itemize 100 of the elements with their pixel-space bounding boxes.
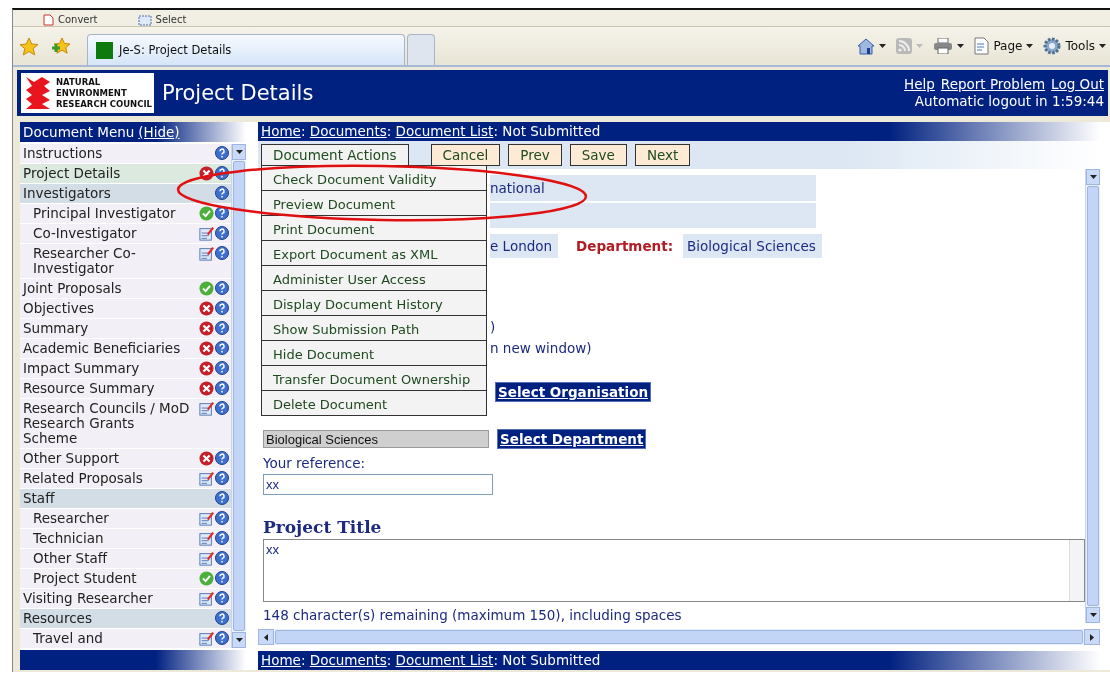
help-icon[interactable]	[215, 551, 229, 565]
help-icon[interactable]	[215, 611, 229, 625]
help-icon[interactable]	[215, 531, 229, 545]
breadcrumb-link[interactable]: Document List	[395, 652, 494, 669]
menu-item-label: Academic Beneficiaries	[23, 341, 182, 356]
breadcrumb-link[interactable]: Documents	[309, 123, 387, 140]
menu-item[interactable]: Researcher Co-Investigator	[20, 244, 231, 279]
toolbar-button[interactable]: Next	[634, 144, 691, 166]
home-icon[interactable]	[857, 37, 876, 55]
help-icon[interactable]	[215, 471, 229, 485]
menu-item[interactable]: Instructions	[20, 144, 231, 164]
menu-item[interactable]: Researcher	[20, 509, 231, 529]
help-icon[interactable]	[215, 491, 229, 505]
field-value: e London	[490, 234, 559, 259]
project-title-field[interactable]: xx	[263, 538, 1085, 602]
select-organisation-button[interactable]: Select Organisation	[495, 381, 652, 402]
breadcrumb-separator: :	[493, 123, 499, 140]
breadcrumb-current: Not Submitted	[502, 123, 601, 140]
menu-item[interactable]: Co-Investigator	[20, 224, 231, 244]
menu-item-label: Research Councils / MoD Research Grants Scheme	[23, 401, 190, 446]
menu-item[interactable]: Visiting Researcher	[20, 589, 231, 609]
menu-item[interactable]: Other Staff	[20, 549, 231, 569]
menu-item[interactable]: Staff	[20, 489, 231, 509]
menu-item[interactable]: Project Student	[20, 569, 231, 589]
menu-item[interactable]: Other Support	[20, 449, 231, 469]
breadcrumb-link[interactable]: Home	[261, 652, 301, 669]
edit-icon	[199, 551, 214, 566]
breadcrumb-link[interactable]: Document List	[395, 123, 494, 140]
menu-item-label: Researcher Co-Investigator	[33, 246, 137, 276]
menu-item[interactable]: Principal Investigator	[20, 204, 231, 224]
printer-icon[interactable]	[933, 38, 954, 54]
page-icon[interactable]	[974, 37, 990, 55]
hide-link[interactable]: (Hide)	[138, 124, 180, 140]
help-icon[interactable]	[215, 146, 229, 160]
caret-icon	[235, 638, 243, 642]
help-icon[interactable]	[215, 631, 229, 645]
help-icon[interactable]	[215, 361, 229, 375]
header-link[interactable]: Report Problem	[940, 76, 1046, 93]
sidebar-title: Document Menu	[23, 124, 135, 140]
help-icon[interactable]	[215, 571, 229, 585]
help-icon[interactable]	[215, 511, 229, 525]
command-button[interactable]: Page	[974, 37, 1034, 55]
left-arrow-icon[interactable]	[264, 633, 268, 641]
reference-field[interactable]: xx	[263, 473, 493, 495]
edit-icon	[199, 471, 214, 486]
toolbar-button[interactable]: Prev	[508, 144, 562, 166]
error-icon	[199, 451, 214, 466]
star-icon[interactable]	[19, 36, 39, 56]
menu-item[interactable]: Academic Beneficiaries	[20, 339, 231, 359]
help-icon[interactable]	[215, 281, 229, 295]
menu-item[interactable]: Resources	[20, 609, 231, 629]
help-icon[interactable]	[215, 381, 229, 395]
check-icon	[199, 281, 214, 296]
menu-item[interactable]: Resource Summary	[20, 379, 231, 399]
menu-item[interactable]: Impact Summary	[20, 359, 231, 379]
breadcrumb-link[interactable]: Home	[261, 123, 301, 140]
add-favorite-icon[interactable]	[51, 36, 71, 56]
right-arrow-icon[interactable]	[1090, 633, 1094, 641]
menu-item[interactable]: Objectives	[20, 299, 231, 319]
help-icon[interactable]	[215, 226, 229, 240]
help-icon[interactable]	[215, 321, 229, 335]
toolbar-label[interactable]: Select	[155, 14, 187, 26]
section-heading: Project Title	[263, 516, 383, 537]
command-button[interactable]	[933, 38, 965, 54]
document-actions-button[interactable]: Document Actions	[261, 144, 409, 166]
caret-icon	[235, 150, 243, 154]
menu-item[interactable]: Research Councils / MoD Research Grants Scheme	[20, 399, 231, 449]
help-icon[interactable]	[215, 401, 229, 415]
menu-item[interactable]: Joint Proposals	[20, 279, 231, 299]
menu-item[interactable]: Related Proposals	[20, 469, 231, 489]
check-icon	[199, 206, 214, 221]
select-department-button[interactable]: Select Department	[497, 428, 647, 449]
breadcrumb-link[interactable]: Documents	[309, 652, 387, 669]
help-icon[interactable]	[215, 246, 229, 260]
help-icon[interactable]	[215, 186, 229, 200]
help-icon[interactable]	[215, 341, 229, 355]
edit-icon	[199, 591, 214, 606]
toolbar-button[interactable]: Save	[569, 144, 627, 166]
header-link[interactable]: Log Out	[1051, 76, 1104, 93]
caret-icon	[1089, 175, 1097, 179]
help-icon[interactable]	[215, 301, 229, 315]
command-button[interactable]: Tools	[1043, 37, 1106, 55]
help-icon[interactable]	[215, 591, 229, 605]
browser-tab[interactable]: Je-S: Project Details	[87, 34, 405, 65]
toolbar-label[interactable]: Convert	[58, 14, 98, 26]
gear-icon[interactable]	[1043, 37, 1062, 55]
check-icon	[199, 571, 214, 586]
toolbar-button[interactable]: Cancel	[430, 144, 501, 166]
menu-item[interactable]: Summary	[20, 319, 231, 339]
document-icon[interactable]	[43, 14, 54, 26]
header-link[interactable]: Help	[904, 76, 935, 93]
menu-item[interactable]: Project Details	[20, 164, 231, 184]
help-icon[interactable]	[215, 451, 229, 465]
menu-item[interactable]: Investigators	[20, 184, 231, 204]
department-select[interactable]: Biological Sciences	[263, 429, 489, 448]
command-button[interactable]	[857, 37, 887, 55]
menu-item-label: Principal Investigator	[33, 206, 177, 221]
edit-icon	[199, 226, 214, 241]
menu-item-label: Travel and	[33, 631, 104, 646]
menu-item[interactable]: Technician	[20, 529, 231, 549]
